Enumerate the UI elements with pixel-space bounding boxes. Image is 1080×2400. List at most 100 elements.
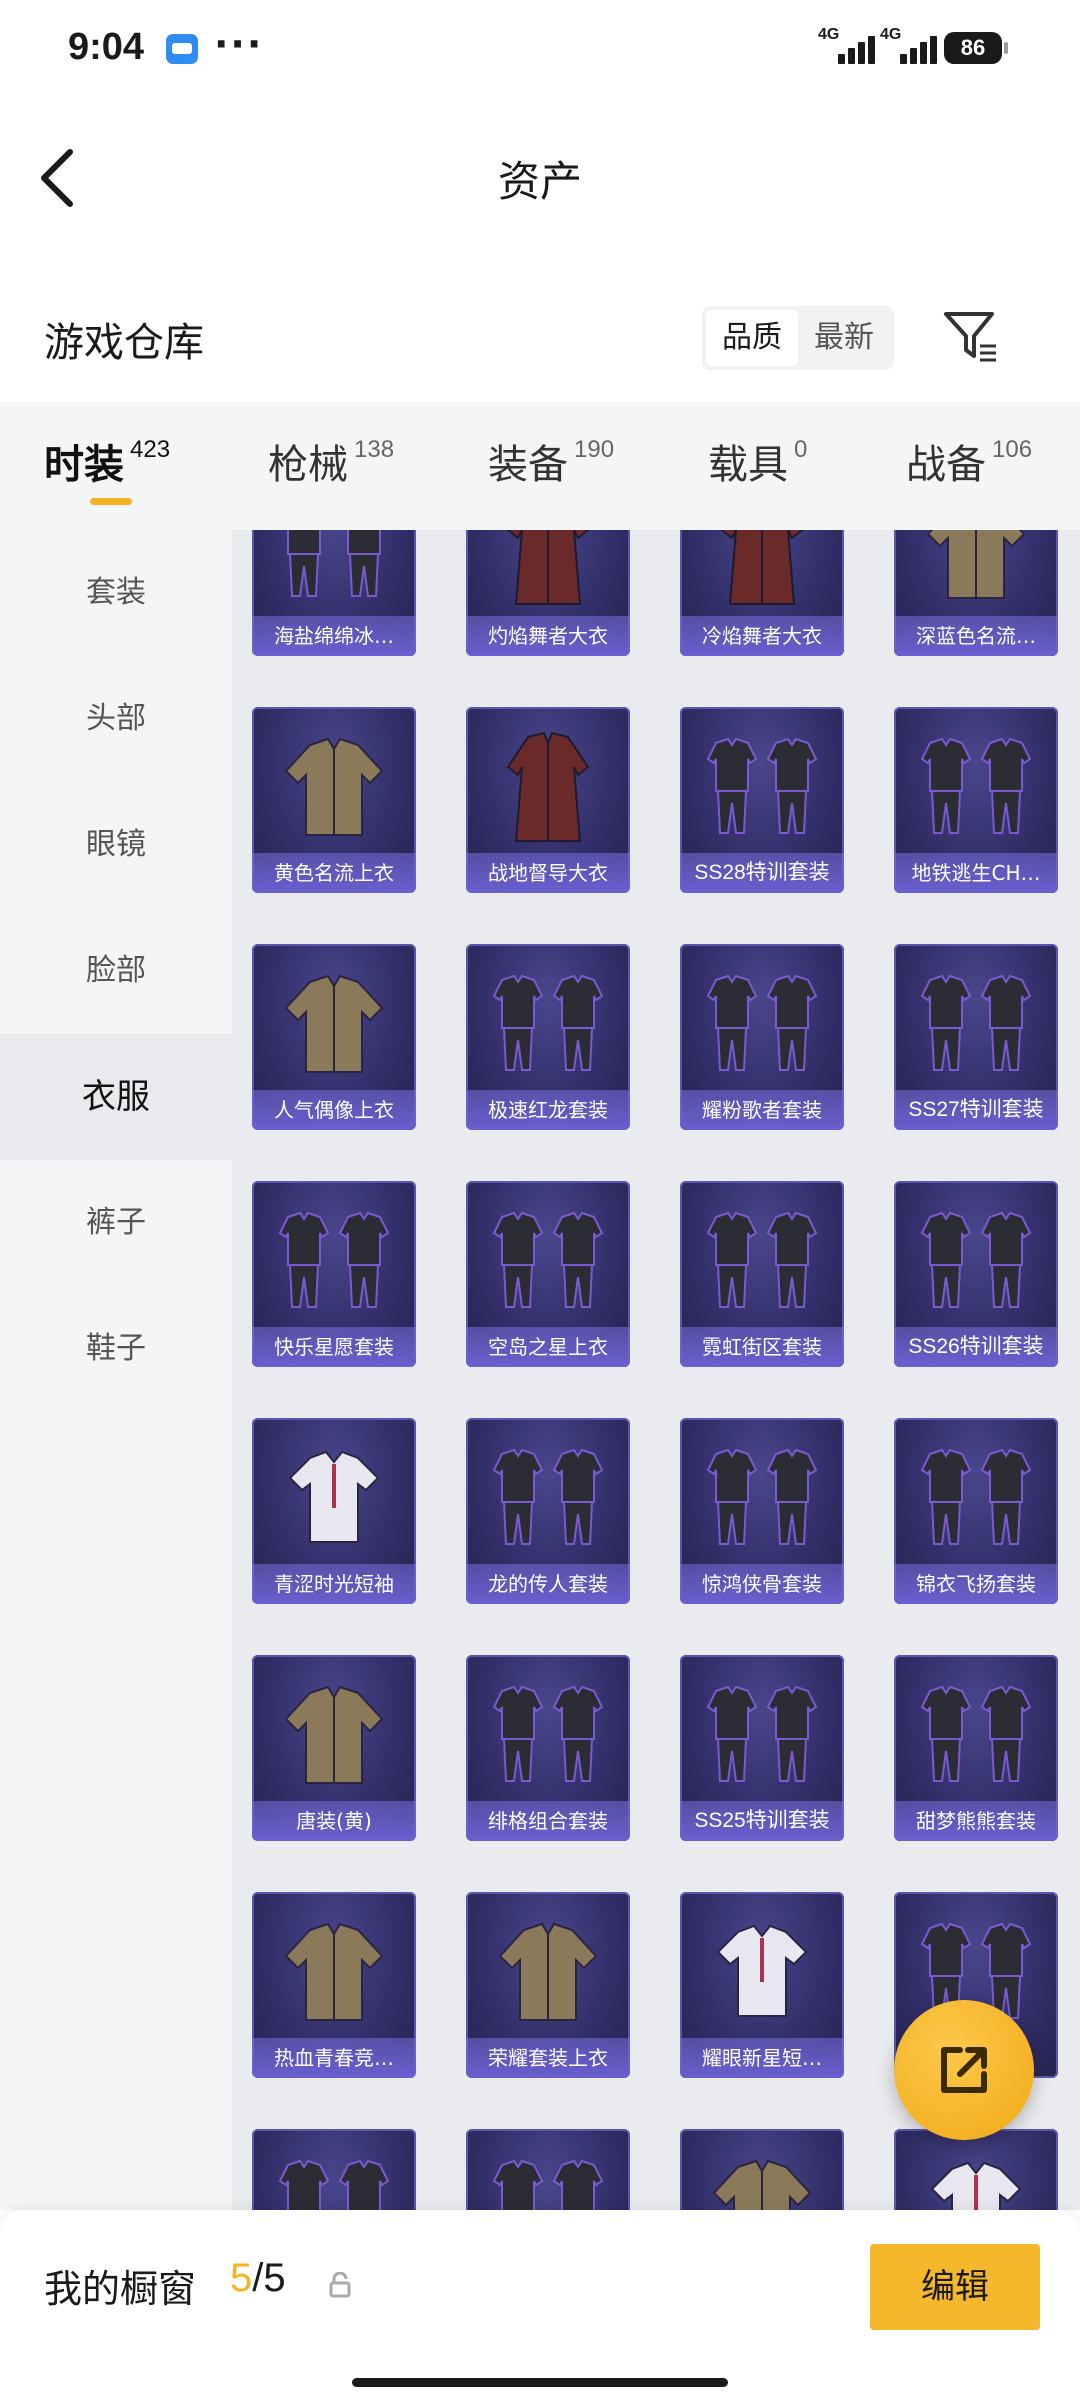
item-name: 龙的传人套装 [466, 1564, 630, 1604]
item-card[interactable]: 海盐绵绵冰… [252, 530, 416, 656]
item-card[interactable]: 惊鸿侠骨套装 [680, 1418, 844, 1604]
sidebar-item-shoes[interactable]: 鞋子 [0, 1286, 232, 1412]
item-name: 耀眼新星短… [680, 2038, 844, 2078]
sidebar-item-glasses[interactable]: 眼镜 [0, 782, 232, 908]
more-notifications-icon: ··· [214, 22, 264, 66]
item-card[interactable]: 绯格组合套装 [466, 1655, 630, 1841]
item-name: 极速红龙套装 [466, 1090, 630, 1130]
item-card[interactable] [466, 2129, 630, 2210]
outfit-set-icon [287, 530, 381, 597]
network-type-label: 4G [818, 26, 840, 43]
item-card[interactable]: 龙的传人套装 [466, 1418, 630, 1604]
outfit-set-icon [920, 974, 1032, 1071]
jacket-icon [284, 974, 384, 1073]
outfit-set-icon [706, 1685, 818, 1782]
item-card[interactable]: SS26特训套装 [894, 1181, 1058, 1367]
item-card[interactable]: 黄色名流上衣 [252, 707, 416, 893]
item-card[interactable]: 青涩时光短袖 [252, 1418, 416, 1604]
outfit-set-icon [706, 1448, 818, 1545]
coat-icon [506, 530, 590, 605]
outfit-set-icon [706, 737, 818, 834]
item-card[interactable]: 耀眼新星短… [680, 1892, 844, 2078]
item-name: 甜梦熊熊套装 [894, 1801, 1058, 1841]
item-card[interactable]: 地铁逃生CH… [894, 707, 1058, 893]
item-grid: 海盐绵绵冰… 灼焰舞者大衣 冷焰舞者大衣 深蓝色名流… 黄色名流上衣 战地督导大衣 SS28… [232, 530, 1080, 2210]
tab-fashion[interactable]: 时装 423 [44, 432, 170, 492]
tab-supplies[interactable]: 战备 106 [906, 432, 1032, 492]
home-indicator [352, 2378, 728, 2387]
signal-icon: 4G [818, 26, 878, 68]
outfit-set-icon [492, 1448, 604, 1545]
shirt-icon [288, 1450, 380, 1543]
showcase-count: 5/5 [230, 2256, 286, 2301]
status-bar: 9:04 ··· 4G 4G 86 [0, 0, 1080, 100]
item-name: 绯格组合套装 [466, 1801, 630, 1841]
jacket-icon [284, 1922, 384, 2021]
item-card[interactable] [894, 2129, 1058, 2210]
edit-button[interactable]: 编辑 [870, 2244, 1040, 2330]
outfit-set-icon [706, 974, 818, 1071]
tab-weapons[interactable]: 枪械 138 [268, 432, 394, 492]
item-name: 快乐星愿套装 [252, 1327, 416, 1367]
filter-button[interactable] [942, 308, 998, 364]
sort-option-newest[interactable]: 最新 [798, 310, 890, 366]
item-card[interactable]: 热血青春竞… [252, 1892, 416, 2078]
item-name: 锦衣飞扬套装 [894, 1564, 1058, 1604]
coat-icon [506, 731, 590, 842]
sidebar-item-pants[interactable]: 裤子 [0, 1160, 232, 1286]
showcase-total: 5 [263, 2256, 286, 2300]
item-name: 海盐绵绵冰… [252, 616, 416, 656]
sidebar-item-clothes[interactable]: 衣服 [0, 1034, 232, 1160]
item-card[interactable]: 深蓝色名流… [894, 530, 1058, 656]
item-card[interactable]: 锦衣飞扬套装 [894, 1418, 1058, 1604]
item-card[interactable]: 甜梦熊熊套装 [894, 1655, 1058, 1841]
item-name: 空岛之星上衣 [466, 1327, 630, 1367]
item-card[interactable]: 冷焰舞者大衣 [680, 530, 844, 656]
item-card[interactable]: 人气偶像上衣 [252, 944, 416, 1130]
item-name: 热血青春竞… [252, 2038, 416, 2078]
sidebar-item-face[interactable]: 脸部 [0, 908, 232, 1034]
outfit-set-icon [278, 2159, 390, 2210]
share-icon [941, 2047, 987, 2093]
item-card[interactable]: SS27特训套装 [894, 944, 1058, 1130]
sidebar-item-head[interactable]: 头部 [0, 656, 232, 782]
showcase-label: 我的橱窗 [44, 2267, 197, 2311]
item-name: 荣耀套装上衣 [466, 2038, 630, 2078]
outfit-set-icon [492, 1685, 604, 1782]
coat-icon [720, 530, 804, 605]
item-card[interactable]: 战地督导大衣 [466, 707, 630, 893]
tab-equipment[interactable]: 装备 190 [488, 432, 614, 492]
item-card[interactable]: 极速红龙套装 [466, 944, 630, 1130]
item-card[interactable]: 霓虹街区套装 [680, 1181, 844, 1367]
outfit-set-icon [492, 2159, 604, 2210]
outfit-set-icon [920, 737, 1032, 834]
item-card[interactable]: 灼焰舞者大衣 [466, 530, 630, 656]
outfit-set-icon [278, 1211, 390, 1308]
notification-app-icon [166, 34, 198, 64]
tab-label: 时装 [44, 442, 124, 488]
item-card[interactable]: 唐装(黄) [252, 1655, 416, 1841]
item-card[interactable]: 空岛之星上衣 [466, 1181, 630, 1367]
item-card[interactable]: SS25特训套装 [680, 1655, 844, 1841]
tab-vehicles[interactable]: 载具 0 [708, 432, 807, 492]
item-card[interactable]: 荣耀套装上衣 [466, 1892, 630, 2078]
item-card[interactable]: 快乐星愿套装 [252, 1181, 416, 1367]
item-name: 深蓝色名流… [894, 616, 1058, 656]
item-card[interactable]: 耀粉歌者套装 [680, 944, 844, 1130]
tab-count: 0 [794, 436, 808, 463]
tab-label: 装备 [488, 442, 568, 488]
item-name: 战地督导大衣 [466, 853, 630, 893]
category-tab-bar: 时装 423 枪械 138 装备 190 载具 0 战备 106 [0, 402, 1080, 530]
shirt-icon [930, 2161, 1022, 2210]
item-card[interactable] [680, 2129, 844, 2210]
signal-icon: 4G [880, 26, 940, 68]
item-name: 黄色名流上衣 [252, 853, 416, 893]
subcategory-sidebar: 套装 头部 眼镜 脸部 衣服 裤子 鞋子 [0, 530, 232, 2210]
sort-option-quality[interactable]: 品质 [706, 310, 798, 366]
sidebar-item-suits[interactable]: 套装 [0, 530, 232, 656]
tab-count: 190 [574, 436, 615, 463]
share-button[interactable] [894, 2000, 1034, 2140]
jacket-icon [712, 2159, 812, 2210]
item-card[interactable] [252, 2129, 416, 2210]
item-card[interactable]: SS28特训套装 [680, 707, 844, 893]
